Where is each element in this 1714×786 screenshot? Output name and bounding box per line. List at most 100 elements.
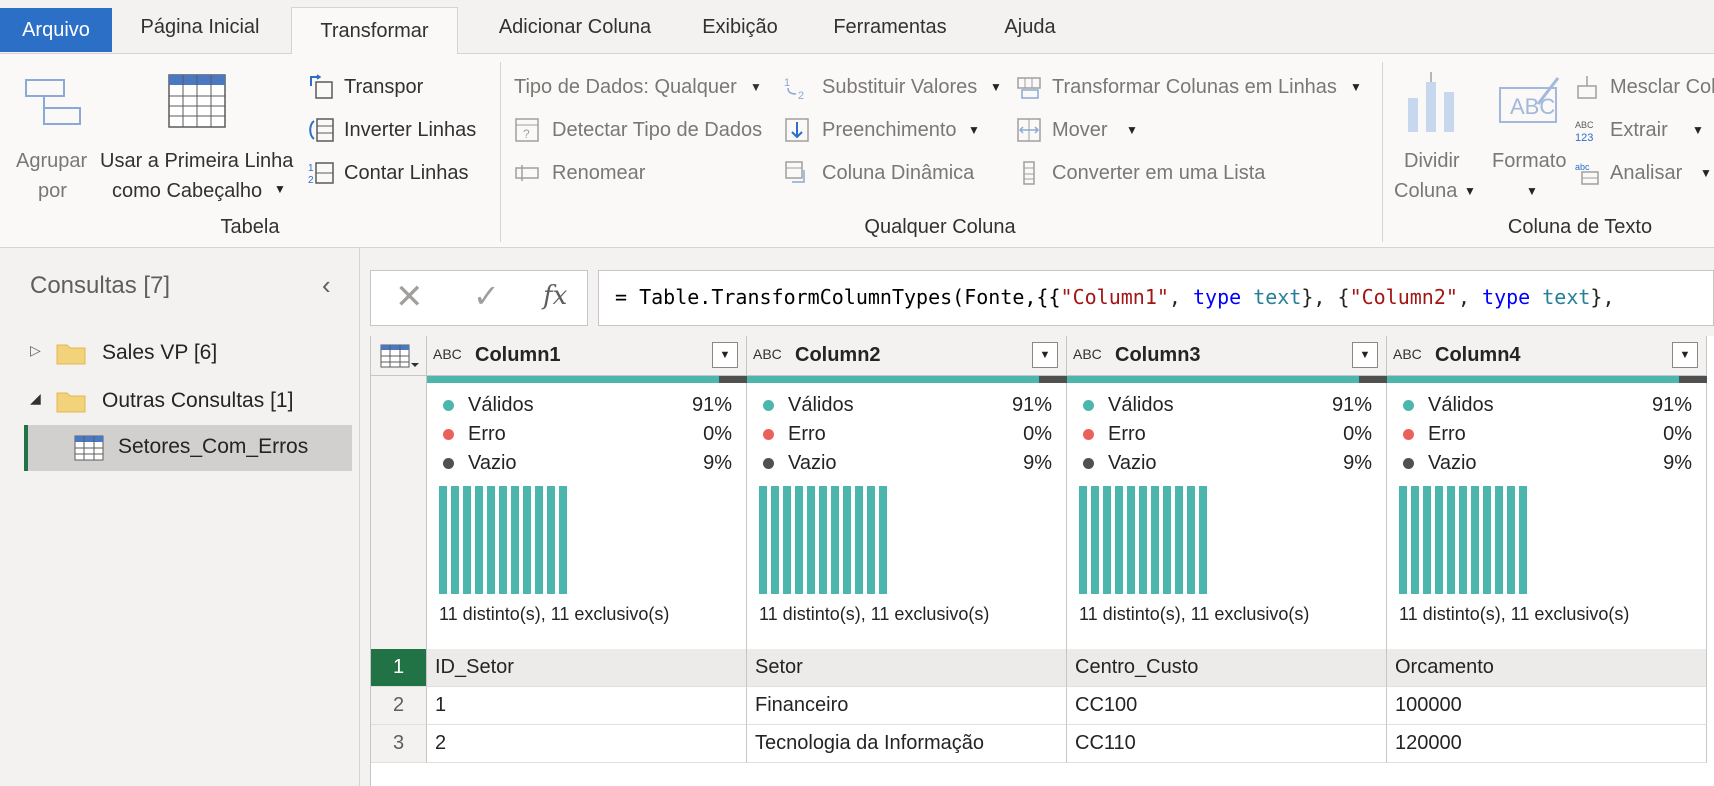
stat-empty[interactable]: Vazio 9% — [1403, 448, 1692, 478]
tab-ferramentas[interactable]: Ferramentas — [812, 0, 968, 54]
stat-empty[interactable]: Vazio 9% — [1083, 448, 1372, 478]
renomear-button[interactable]: Renomear — [512, 158, 672, 192]
stat-error[interactable]: Erro 0% — [1403, 419, 1692, 449]
table-cell[interactable]: 2 — [427, 725, 747, 763]
text-type-icon[interactable]: ABC — [1073, 346, 1102, 362]
table-cell[interactable]: 100000 — [1387, 687, 1707, 725]
inverter-linhas-button[interactable]: Inverter Linhas — [306, 115, 486, 149]
table-cell[interactable]: CC100 — [1067, 687, 1387, 725]
distribution-bar[interactable] — [1139, 486, 1147, 594]
distribution-bar[interactable] — [1199, 486, 1207, 594]
distribution-bar[interactable] — [1519, 486, 1527, 594]
tab-pagina-inicial[interactable]: Página Inicial — [118, 0, 282, 54]
tab-exibicao[interactable]: Exibição — [690, 0, 790, 54]
distribution-bar[interactable] — [1459, 486, 1467, 594]
stat-valid[interactable]: Válidos 91% — [1083, 390, 1372, 420]
row-number[interactable]: 2 — [371, 687, 427, 725]
distribution-bar[interactable] — [759, 486, 767, 594]
distribution-bar[interactable] — [451, 486, 459, 594]
stat-error[interactable]: Erro 0% — [443, 419, 732, 449]
stat-empty[interactable]: Vazio 9% — [763, 448, 1052, 478]
row-number[interactable]: 3 — [371, 725, 427, 763]
text-type-icon[interactable]: ABC — [433, 346, 462, 362]
column-filter-dropdown-icon[interactable]: ▼ — [712, 342, 738, 368]
distribution-bar[interactable] — [855, 486, 863, 594]
distribution-bar[interactable] — [1507, 486, 1515, 594]
mesclar-button[interactable]: Mesclar Col — [1572, 72, 1714, 106]
distribution-bar[interactable] — [1411, 486, 1419, 594]
distribution-bar[interactable] — [867, 486, 875, 594]
distribution-bar[interactable] — [1127, 486, 1135, 594]
column-header[interactable]: ABC Column4 ▼ — [1387, 336, 1707, 376]
distribution-bar[interactable] — [1079, 486, 1087, 594]
column-filter-dropdown-icon[interactable]: ▼ — [1032, 342, 1058, 368]
tab-ajuda[interactable]: Ajuda — [990, 0, 1070, 54]
analisar-button[interactable]: abc Analisar ▼ — [1572, 158, 1714, 192]
distribution-bar[interactable] — [1495, 486, 1503, 594]
distribution-bar[interactable] — [475, 486, 483, 594]
transpor-button[interactable]: Transpor — [306, 72, 486, 106]
table-cell[interactable]: Orcamento — [1387, 649, 1707, 687]
distribution-bar[interactable] — [1103, 486, 1111, 594]
distribution-bar[interactable] — [1471, 486, 1479, 594]
distribution-bar[interactable] — [1091, 486, 1099, 594]
stat-valid[interactable]: Válidos 91% — [1403, 390, 1692, 420]
agrupar-por-button[interactable]: Agrupar por — [10, 64, 96, 214]
distribution-bar[interactable] — [1115, 486, 1123, 594]
distribution-bar[interactable] — [843, 486, 851, 594]
column-filter-dropdown-icon[interactable]: ▼ — [1672, 342, 1698, 368]
tab-transformar[interactable]: Transformar — [291, 7, 458, 55]
distribution-bar[interactable] — [819, 486, 827, 594]
table-cell[interactable]: Tecnologia da Informação — [747, 725, 1067, 763]
distribution-bar[interactable] — [831, 486, 839, 594]
distribution-bar[interactable] — [439, 486, 447, 594]
confirm-icon[interactable]: ✓ — [473, 277, 500, 315]
distribution-bar[interactable] — [879, 486, 887, 594]
extrair-button[interactable]: ABC 123 Extrair ▼ — [1572, 115, 1714, 149]
distribution-bar[interactable] — [511, 486, 519, 594]
detectar-tipo-button[interactable]: ? Detectar Tipo de Dados — [512, 115, 782, 149]
text-type-icon[interactable]: ABC — [1393, 346, 1422, 362]
tab-arquivo[interactable]: Arquivo — [0, 8, 112, 52]
distribution-bar[interactable] — [1187, 486, 1195, 594]
column-header[interactable]: ABC Column2 ▼ — [747, 336, 1067, 376]
distribution-bar[interactable] — [1483, 486, 1491, 594]
distribution-bar[interactable] — [1423, 486, 1431, 594]
table-menu-corner[interactable] — [371, 336, 427, 376]
distribution-bar[interactable] — [1447, 486, 1455, 594]
distribution-bar[interactable] — [1435, 486, 1443, 594]
distribution-bar[interactable] — [499, 486, 507, 594]
formula-input[interactable]: = Table.TransformColumnTypes(Fonte,{{"Co… — [598, 270, 1714, 326]
mover-button[interactable]: Mover ▼ — [1014, 115, 1154, 149]
distribution-bar[interactable] — [1175, 486, 1183, 594]
row-number[interactable]: 1 — [371, 649, 427, 687]
stat-error[interactable]: Erro 0% — [763, 419, 1052, 449]
text-type-icon[interactable]: ABC — [753, 346, 782, 362]
preenchimento-button[interactable]: Preenchimento ▼ — [782, 115, 982, 149]
distribution-bar[interactable] — [535, 486, 543, 594]
fx-icon[interactable]: fx — [543, 281, 567, 311]
stat-valid[interactable]: Válidos 91% — [763, 390, 1052, 420]
distribution-bar[interactable] — [1151, 486, 1159, 594]
column-filter-dropdown-icon[interactable]: ▼ — [1352, 342, 1378, 368]
column-header[interactable]: ABC Column1 ▼ — [427, 336, 747, 376]
distribution-bar[interactable] — [807, 486, 815, 594]
distribution-bar[interactable] — [559, 486, 567, 594]
converter-lista-button[interactable]: Converter em uma Lista — [1014, 158, 1294, 192]
contar-linhas-button[interactable]: 12 Contar Linhas — [306, 158, 486, 192]
substituir-valores-button[interactable]: 12 Substituir Valores ▼ — [782, 72, 1002, 106]
table-cell[interactable]: Centro_Custo — [1067, 649, 1387, 687]
formato-button[interactable]: ABC Formato ▼ — [1484, 64, 1580, 214]
table-cell[interactable]: 1 — [427, 687, 747, 725]
tab-adicionar-coluna[interactable]: Adicionar Coluna — [470, 0, 680, 54]
usar-primeira-linha-button[interactable]: Usar a Primeira Linha como Cabeçalho ▼ — [98, 64, 298, 214]
distribution-bar[interactable] — [783, 486, 791, 594]
distribution-bar[interactable] — [523, 486, 531, 594]
stat-error[interactable]: Erro 0% — [1083, 419, 1372, 449]
collapse-pane-icon[interactable]: ‹ — [322, 270, 331, 301]
distribution-bar[interactable] — [795, 486, 803, 594]
query-item-setores-com-erros[interactable]: Setores_Com_Erros — [24, 425, 352, 471]
table-cell[interactable]: 120000 — [1387, 725, 1707, 763]
table-cell[interactable]: CC110 — [1067, 725, 1387, 763]
stat-valid[interactable]: Válidos 91% — [443, 390, 732, 420]
